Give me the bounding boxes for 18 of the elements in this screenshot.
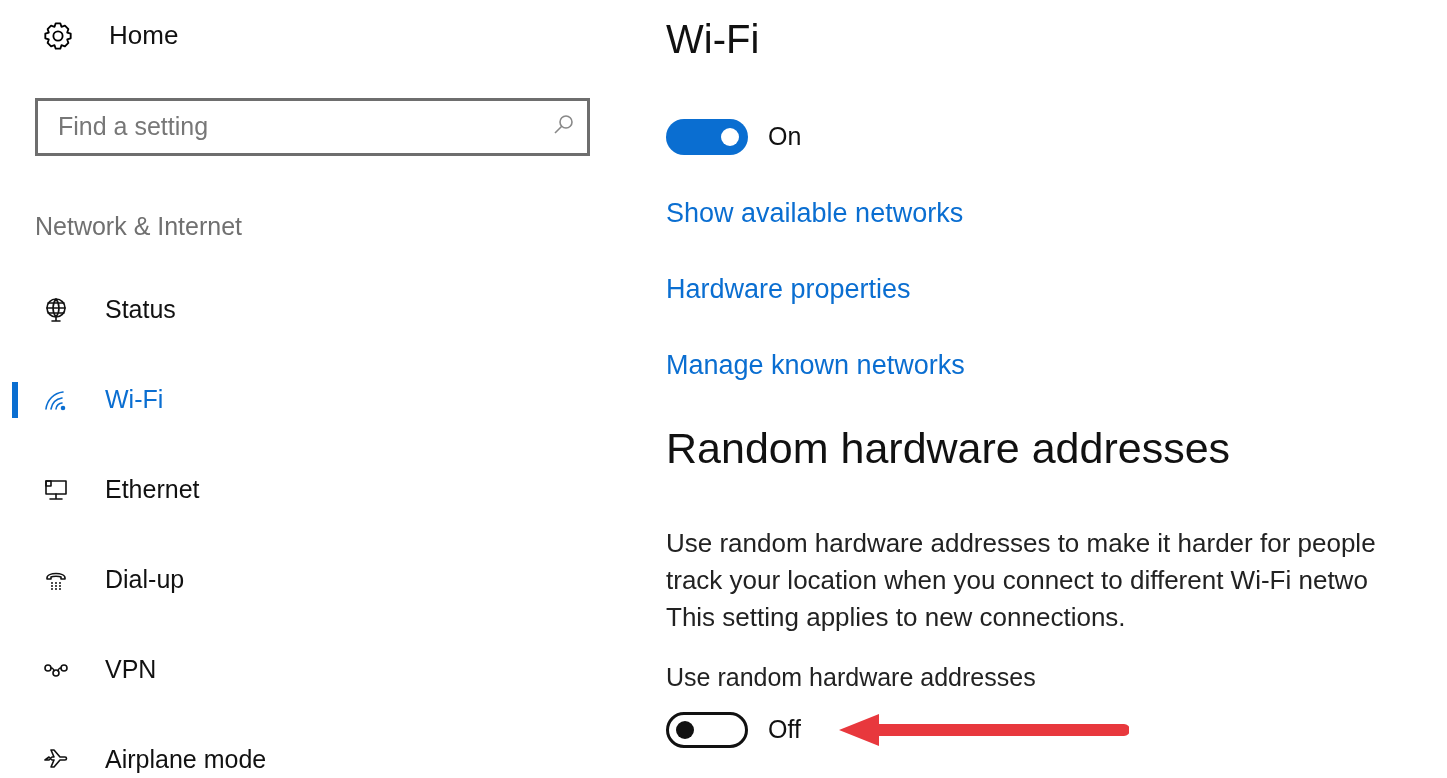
page-title: Wi-Fi (666, 16, 760, 63)
link[interactable]: Manage known networks (666, 348, 965, 382)
sidebar-item[interactable]: Wi-Fi (105, 381, 164, 419)
search-field[interactable]: Find a setting (35, 97, 590, 156)
section-heading: Random hardware addresses (666, 422, 1231, 474)
description: Use random hardware addresses to make it harder for people track your location when you connect to different Wi-Fi netwo This setting applies to new connections. (666, 527, 1376, 635)
toggle-label: Use random hardware addresses (666, 662, 1036, 694)
home-link[interactable]: Home (109, 16, 179, 56)
toggle-state: Off (768, 713, 801, 745)
sidebar-item[interactable]: VPN (105, 651, 157, 689)
sidebar-item[interactable]: Dial-up (105, 561, 185, 599)
link[interactable]: Hardware properties (666, 272, 911, 306)
sidebar-item[interactable]: Airplane mode (105, 741, 267, 778)
link[interactable]: Show available networks (666, 196, 964, 230)
sidebar-item[interactable]: Status (105, 291, 176, 329)
sidebar-item[interactable]: Ethernet (105, 471, 200, 509)
section-title: Network & Internet (35, 210, 243, 242)
toggle-state: On (768, 121, 802, 152)
